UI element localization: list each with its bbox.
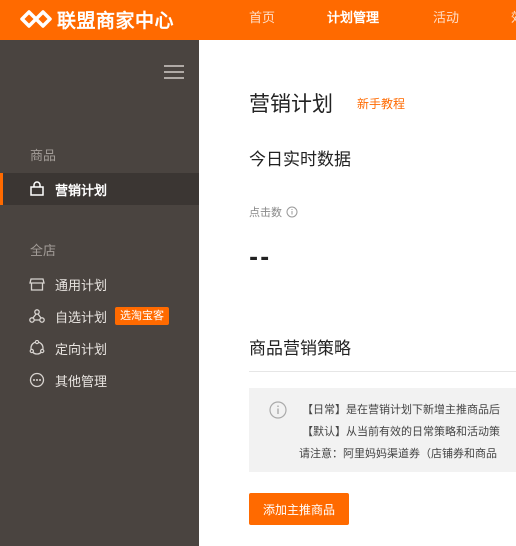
menu-toggle-icon[interactable] (164, 65, 184, 79)
click-count-label-text: 点击数 (249, 206, 282, 219)
sidebar-item-label: 其他管理 (55, 374, 108, 390)
info-icon[interactable] (286, 206, 298, 218)
network-icon (29, 308, 45, 324)
nav-item-plan-management[interactable]: 计划管理 (327, 7, 379, 26)
notice-line: 【日常】是在营销计划下新增主推商品后 (302, 403, 500, 416)
sidebar: 商品 营销计划 全店 通用计划 自选计划 选淘宝客 定向计划 其他管理 (0, 40, 199, 546)
notice-box: 【日常】是在营销计划下新增主推商品后 【默认】从当前有效的日常策略和活动策 请注… (249, 388, 516, 472)
notice-line: 请注意：阿里妈妈渠道券（店铺券和商品 (299, 447, 497, 460)
click-count-label: 点击数 (249, 204, 298, 220)
nav-item-effect[interactable]: 效 (511, 7, 516, 26)
nav-item-home[interactable]: 首页 (249, 7, 275, 26)
logo-icon (20, 10, 52, 28)
more-icon (29, 372, 45, 388)
sidebar-item-general-plan[interactable]: 通用计划 (0, 268, 199, 300)
sidebar-item-label: 通用计划 (55, 278, 108, 294)
click-count-value: -- (249, 246, 272, 271)
notice-line: 【默认】从当前有效的日常策略和活动策 (302, 425, 500, 438)
target-icon (29, 340, 45, 356)
realtime-data-title: 今日实时数据 (249, 150, 351, 170)
sidebar-item-label: 定向计划 (55, 342, 108, 358)
add-featured-product-button[interactable]: 添加主推商品 (249, 493, 349, 525)
main-content: 营销计划 新手教程 今日实时数据 点击数 -- 商品营销策略 【日常】是在营销计… (199, 40, 516, 546)
sidebar-item-label: 自选计划 (55, 310, 108, 326)
section-label-whole-store: 全店 (30, 244, 57, 259)
logo[interactable]: 联盟商家中心 (20, 5, 190, 33)
strategy-title: 商品营销策略 (249, 339, 351, 359)
info-icon (269, 401, 287, 419)
sidebar-item-custom-plan[interactable]: 自选计划 选淘宝客 (0, 300, 199, 332)
select-taobaoke-badge[interactable]: 选淘宝客 (115, 307, 170, 325)
tutorial-link[interactable]: 新手教程 (357, 95, 405, 112)
sidebar-item-targeted-plan[interactable]: 定向计划 (0, 332, 199, 364)
bag-icon (29, 181, 45, 197)
nav-item-activity[interactable]: 活动 (433, 7, 459, 26)
section-label-goods: 商品 (30, 149, 57, 164)
top-bar: 联盟商家中心 首页 计划管理 活动 效 (0, 0, 516, 40)
page-title: 营销计划 (249, 92, 333, 116)
sidebar-item-label: 营销计划 (55, 183, 108, 199)
logo-text: 联盟商家中心 (57, 9, 175, 32)
sidebar-item-other-management[interactable]: 其他管理 (0, 364, 199, 396)
divider (249, 371, 516, 372)
sidebar-item-marketing-plan[interactable]: 营销计划 (0, 173, 199, 205)
store-icon (29, 276, 45, 292)
